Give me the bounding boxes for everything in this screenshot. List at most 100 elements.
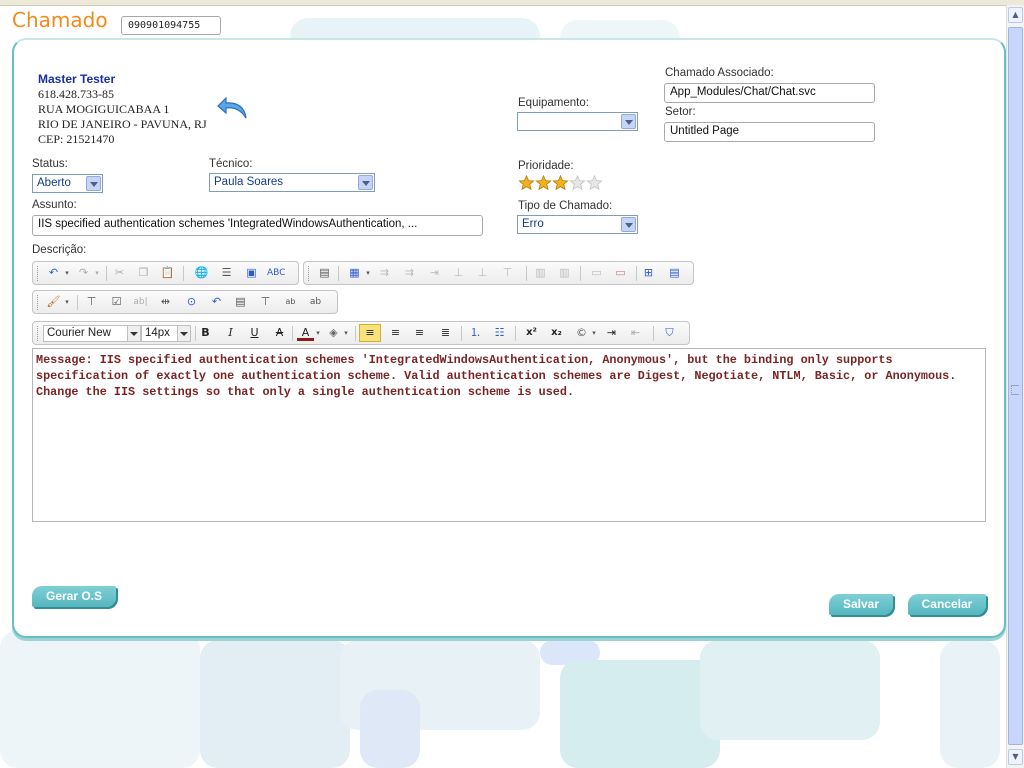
align-right-icon[interactable]: ≡ — [411, 325, 428, 341]
star-filled-icon[interactable] — [535, 175, 552, 191]
scroll-grip — [1011, 385, 1019, 395]
chamado-associado-field[interactable]: App_Modules/Chat/Chat.svc — [664, 83, 875, 103]
hyperlink-icon[interactable]: 🌐 — [193, 265, 210, 281]
chevron-down-icon[interactable] — [177, 326, 190, 341]
redo-icon[interactable]: ↷ — [75, 265, 92, 281]
chevron-down-icon[interactable]: ▾ — [364, 265, 372, 281]
star-empty-icon[interactable] — [586, 175, 603, 191]
chevron-down-icon[interactable]: ▾ — [63, 265, 71, 281]
undo-icon[interactable]: ↶ — [45, 265, 62, 281]
font-color-icon[interactable]: A — [297, 325, 314, 341]
setor-label: Setor: — [665, 106, 696, 118]
page-props-icon[interactable]: ▤ — [666, 265, 683, 281]
insert-after-icon[interactable]: ⇥ — [426, 265, 443, 281]
bullet-list-icon[interactable]: ☷ — [491, 325, 508, 341]
ticket-number-field[interactable]: 090901094755 — [121, 16, 221, 35]
chevron-down-icon[interactable] — [621, 114, 636, 129]
chevron-down-icon[interactable]: ▾ — [590, 325, 598, 341]
align-left-icon[interactable]: ≡ — [359, 324, 381, 342]
split-icon[interactable]: ▥ — [532, 265, 549, 281]
checkbox-icon[interactable]: ☑ — [108, 294, 125, 310]
hidden-field-icon[interactable]: ⇹ — [157, 294, 174, 310]
form-icon[interactable]: ⊤ — [83, 294, 100, 310]
status-select[interactable]: Aberto — [32, 174, 103, 193]
cut-icon[interactable]: ✂ — [111, 265, 128, 281]
list-icon[interactable]: ☰ — [218, 265, 235, 281]
subscript-icon[interactable]: x₂ — [548, 325, 565, 341]
highlight-icon[interactable]: ◈ — [325, 325, 342, 341]
underline-icon[interactable]: U — [246, 325, 263, 341]
merge-icon[interactable]: ⊤ — [499, 265, 516, 281]
bg-decoration — [700, 640, 880, 740]
toolbar-separator — [515, 326, 516, 341]
client-document: 618.428.733-85 — [38, 87, 114, 101]
page-title: Chamado — [12, 8, 108, 32]
description-editor[interactable]: Message: IIS specified authentication sc… — [32, 348, 986, 522]
toolbar-separator — [195, 326, 196, 341]
gerar-os-button[interactable]: Gerar O.S — [32, 586, 116, 607]
italic-icon[interactable]: I — [222, 325, 239, 341]
font-size-select[interactable]: 14px — [141, 325, 191, 342]
chevron-down-icon[interactable] — [86, 176, 101, 191]
assunto-label: Assunto: — [32, 199, 77, 211]
template-icon[interactable]: ▤ — [316, 265, 333, 281]
description-text[interactable]: Message: IIS specified authentication sc… — [36, 352, 982, 400]
salvar-button[interactable]: Salvar — [829, 594, 893, 615]
table-props-icon[interactable]: ▭ — [588, 265, 605, 281]
numbered-list-icon[interactable]: ⒈ — [467, 325, 484, 341]
outdent-icon[interactable]: ⇤ — [627, 325, 644, 341]
copy-icon[interactable]: ❐ — [135, 265, 152, 281]
insert-row-icon[interactable]: ⇉ — [376, 265, 393, 281]
scroll-down-icon[interactable]: ▼ — [1008, 749, 1023, 765]
setor-field[interactable]: Untitled Page — [664, 122, 875, 142]
scroll-up-icon[interactable]: ▲ — [1008, 7, 1023, 23]
priority-rating[interactable] — [518, 175, 603, 191]
tipo-chamado-select[interactable]: Erro — [517, 215, 638, 234]
delete-row-icon[interactable]: ⊥ — [450, 265, 467, 281]
chevron-down-icon[interactable]: ▾ — [342, 325, 350, 341]
superscript-icon[interactable]: x² — [523, 325, 540, 341]
indent-icon[interactable]: ⇥ — [603, 325, 620, 341]
assunto-field[interactable]: IIS specified authentication schemes 'In… — [32, 215, 483, 236]
chevron-down-icon[interactable] — [358, 175, 373, 190]
label-icon[interactable]: ab — [307, 294, 324, 310]
delete-column-icon[interactable]: ⊥ — [474, 265, 491, 281]
cell-props-icon[interactable]: ▥ — [556, 265, 573, 281]
chevron-down-icon[interactable] — [621, 217, 636, 232]
star-empty-icon[interactable] — [569, 175, 586, 191]
textarea-icon[interactable]: ab — [282, 294, 299, 310]
clean-icon[interactable]: ⛉ — [661, 325, 678, 341]
toolbar-separator — [653, 326, 654, 341]
button-icon[interactable]: ⊤ — [257, 294, 274, 310]
delete-table-icon[interactable]: ▭ — [612, 265, 629, 281]
justify-icon[interactable]: ≣ — [437, 325, 454, 341]
back-arrow-icon[interactable] — [216, 94, 250, 122]
insert-column-icon[interactable]: ⇉ — [401, 265, 418, 281]
font-family-select[interactable]: Courier New — [43, 325, 141, 342]
select-icon[interactable]: ▤ — [232, 294, 249, 310]
undo-form-icon[interactable]: ↶ — [208, 294, 225, 310]
image-icon[interactable]: ▣ — [243, 265, 260, 281]
strikethrough-icon[interactable]: A — [271, 325, 288, 341]
tecnico-select[interactable]: Paula Soares — [209, 173, 375, 192]
star-filled-icon[interactable] — [552, 175, 569, 191]
symbol-icon[interactable]: © — [573, 325, 590, 341]
bold-icon[interactable]: B — [197, 325, 214, 341]
align-center-icon[interactable]: ≡ — [387, 325, 404, 341]
star-filled-icon[interactable] — [518, 175, 535, 191]
spellcheck-icon[interactable]: ABC — [267, 265, 285, 281]
cancelar-button[interactable]: Cancelar — [908, 594, 986, 615]
chevron-down-icon[interactable] — [127, 326, 140, 341]
insert-layer-icon[interactable]: ⊞ — [640, 265, 657, 281]
chevron-down-icon[interactable]: ▾ — [93, 265, 101, 281]
equipamento-select[interactable] — [517, 112, 638, 131]
chevron-down-icon[interactable]: ▾ — [314, 325, 322, 341]
format-painter-icon[interactable]: 🖌 — [45, 294, 62, 310]
textbox-icon[interactable]: ab| — [132, 294, 149, 310]
paste-icon[interactable]: 📋 — [159, 265, 176, 281]
table-icon[interactable]: ▦ — [346, 265, 363, 281]
radio-icon[interactable]: ⊙ — [183, 294, 200, 310]
client-name[interactable]: Master Tester — [38, 72, 207, 87]
vertical-scrollbar[interactable]: ▲ ▼ — [1006, 5, 1024, 768]
chevron-down-icon[interactable]: ▾ — [63, 294, 71, 310]
